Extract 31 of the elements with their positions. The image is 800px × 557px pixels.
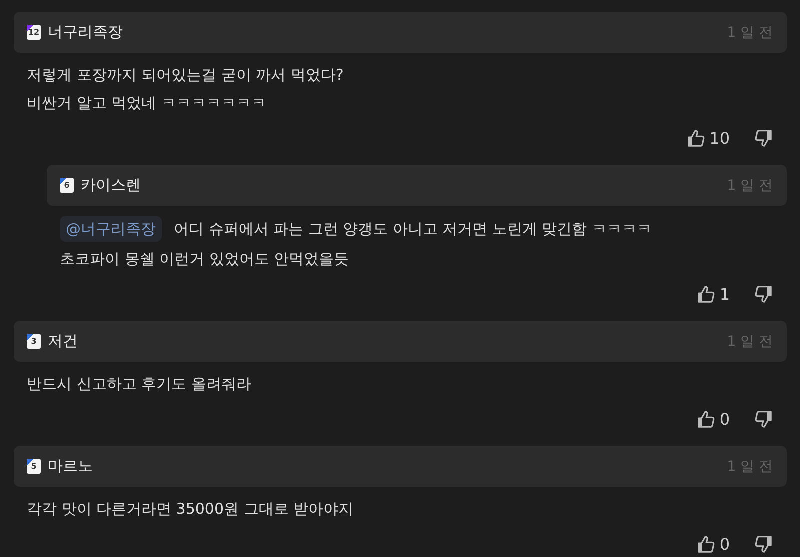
thumbs-down-icon[interactable] xyxy=(754,410,773,428)
mention-tag[interactable]: @너구리족장 xyxy=(60,216,162,242)
level-number: 6 xyxy=(64,182,70,190)
thumbs-up-icon[interactable] xyxy=(696,534,716,554)
timestamp: 1 일 전 xyxy=(727,24,773,42)
author-name[interactable]: 너구리족장 xyxy=(48,23,123,42)
thumbs-down-icon[interactable] xyxy=(754,284,773,304)
thumbs-up-icon[interactable] xyxy=(686,128,706,148)
thumbs-up-icon[interactable] xyxy=(696,410,716,428)
comment-text: 각각 맛이 다른거라면 35000원 그대로 받아야지 xyxy=(27,499,354,520)
comment-text: 비싼거 알고 먹었네 ㅋㅋㅋㅋㅋㅋㅋ xyxy=(27,93,266,114)
author-name[interactable]: 마르노 xyxy=(48,457,93,476)
thumbs-down-icon[interactable] xyxy=(754,128,773,148)
level-number: 5 xyxy=(31,462,37,470)
like-count: 0 xyxy=(720,410,730,428)
level-number: 3 xyxy=(31,338,37,346)
comment-text: 반드시 신고하고 후기도 올려줘라 xyxy=(27,374,252,395)
thumbs-up-icon[interactable] xyxy=(696,284,716,304)
author-name[interactable]: 카이스렌 xyxy=(81,176,141,195)
like-count: 0 xyxy=(720,534,730,554)
timestamp: 1 일 전 xyxy=(727,458,773,476)
timestamp: 1 일 전 xyxy=(727,176,773,194)
level-number: 12 xyxy=(28,28,40,36)
comment-text: 초코파이 몽쉘 이런거 있었어도 안먹었을듯 xyxy=(60,249,350,270)
comment-text: 어디 슈퍼에서 파는 그런 양갱도 아니고 저거면 노린게 맞긴함 ㅋㅋㅋㅋ xyxy=(174,219,652,240)
like-count: 1 xyxy=(720,284,730,304)
comment-text: 저렇게 포장까지 되어있는걸 굳이 까서 먹었다? xyxy=(27,65,344,86)
thumbs-down-icon[interactable] xyxy=(754,534,773,554)
like-count: 10 xyxy=(710,128,730,148)
timestamp: 1 일 전 xyxy=(727,332,773,350)
author-name[interactable]: 저건 xyxy=(48,332,78,351)
